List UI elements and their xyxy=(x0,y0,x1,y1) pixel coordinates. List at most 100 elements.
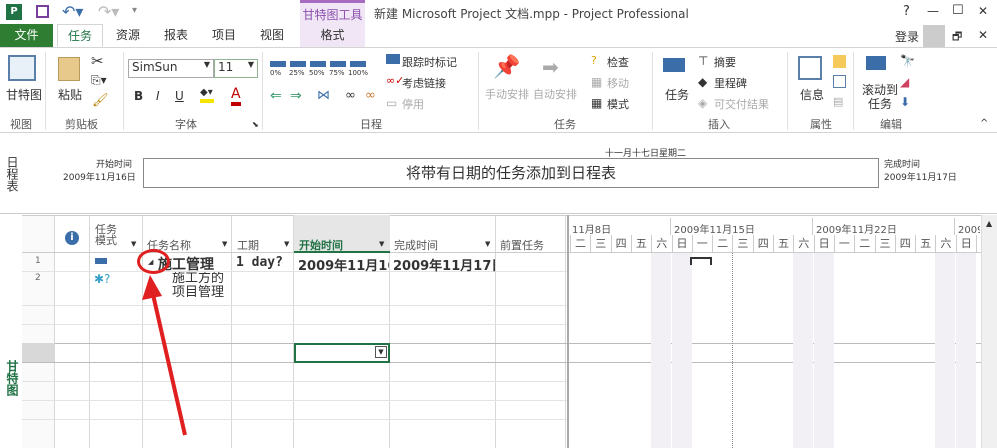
information-button[interactable]: 信息 xyxy=(800,86,824,103)
font-size-select[interactable]: 11 ▼ xyxy=(214,59,258,78)
fill-icon[interactable]: ⬇ xyxy=(900,95,910,109)
pct-50-icon[interactable] xyxy=(310,61,326,67)
copy-icon[interactable]: ⎘▾ xyxy=(91,73,107,88)
tab-task[interactable]: 任务 xyxy=(57,24,103,47)
link-icon[interactable]: ∞ xyxy=(345,88,356,103)
mark-on-track-button[interactable]: 跟踪时标记 xyxy=(402,54,457,70)
maximize-button[interactable]: ☐ xyxy=(952,3,964,18)
auto-schedule-button[interactable]: 自动安排 xyxy=(533,86,577,102)
inspect-button[interactable]: 检查 xyxy=(607,54,629,70)
task-start[interactable]: 2009年11月16日 xyxy=(298,255,389,274)
week-label: 2009年11月15日 xyxy=(674,225,755,236)
col-header-task-mode[interactable]: 任务模式 xyxy=(95,224,121,246)
find-icon[interactable]: 🔭 xyxy=(900,54,915,68)
font-family-select[interactable]: SimSun ▼ xyxy=(128,59,214,78)
tab-report[interactable]: 报表 xyxy=(154,24,198,47)
redo-icon[interactable]: ↷▾ xyxy=(98,2,119,21)
group-properties-label: 属性 xyxy=(810,118,832,131)
day-label: 六 xyxy=(651,235,671,253)
indent-icon[interactable]: ⇒ xyxy=(290,88,302,104)
font-color-button[interactable]: A xyxy=(231,86,241,106)
timeline-end-date: 2009年11月17日 xyxy=(884,173,957,183)
undo-icon[interactable]: ↶▾ xyxy=(62,2,83,21)
col-header-duration[interactable]: 工期 xyxy=(237,237,259,253)
cell-dropdown-icon[interactable]: ▼ xyxy=(375,346,387,358)
close-button[interactable]: ✕ xyxy=(978,4,988,18)
inactivate-icon: ▭ xyxy=(386,96,398,110)
collapse-ribbon-icon[interactable]: ^ xyxy=(980,118,988,129)
tab-view[interactable]: 视图 xyxy=(250,24,294,47)
paste-button[interactable]: 粘贴 xyxy=(58,86,82,103)
selected-row[interactable] xyxy=(22,343,55,362)
font-dialog-launcher-icon[interactable]: ⬊ xyxy=(252,120,259,129)
day-label: 四 xyxy=(610,235,631,253)
tab-project[interactable]: 项目 xyxy=(202,24,246,47)
title-bar: P ↶▾ ↷▾ ▾ 新建 Microsoft Project 文档.mpp - … xyxy=(0,0,997,24)
cut-icon[interactable]: ✂ xyxy=(91,52,104,70)
clear-icon[interactable]: ◢ xyxy=(900,75,909,89)
tab-resource[interactable]: 资源 xyxy=(106,24,150,47)
pct-50-label: 50% xyxy=(309,69,325,77)
summary-button[interactable]: 摘要 xyxy=(714,54,736,70)
day-label: 日 xyxy=(671,235,692,253)
task-finish[interactable]: 2009年11月17日 xyxy=(393,255,495,274)
help-button[interactable]: ? xyxy=(903,4,910,19)
close-doc-button[interactable]: ✕ xyxy=(978,28,988,42)
task-duration[interactable]: 1 day? xyxy=(236,255,292,270)
tab-file[interactable]: 文件 xyxy=(0,24,53,47)
outdent-icon[interactable]: ⇐ xyxy=(270,88,282,104)
inactivate-button[interactable]: 停用 xyxy=(402,96,424,112)
scroll-to-task-button[interactable]: 滚动到 任务 xyxy=(862,83,898,111)
notes-icon[interactable] xyxy=(833,55,846,68)
minimize-button[interactable]: — xyxy=(927,4,939,18)
week-label: 11月8日 xyxy=(572,225,612,236)
add-to-timeline-icon[interactable]: ▤ xyxy=(833,95,843,108)
day-label: 三 xyxy=(732,235,752,253)
respect-links-button[interactable]: 考虑链接 xyxy=(402,75,446,91)
vertical-scrollbar[interactable]: ▲ xyxy=(981,215,997,448)
auto-scheduled-icon xyxy=(95,258,107,264)
milestone-icon: ◆ xyxy=(698,75,708,89)
signin-link[interactable]: 登录 xyxy=(895,28,919,45)
move-button[interactable]: 移动 xyxy=(607,75,629,91)
day-label: 三 xyxy=(874,235,895,253)
deliverable-button[interactable]: 可交付结果 xyxy=(714,96,769,112)
split-task-icon[interactable]: ⋈ xyxy=(317,88,330,103)
save-icon[interactable] xyxy=(36,5,49,18)
pct-100-icon[interactable] xyxy=(350,61,366,67)
deliverable-icon: ◈ xyxy=(698,96,708,110)
pct-0-icon[interactable] xyxy=(270,61,286,67)
col-header-predecessors[interactable]: 前置任务 xyxy=(500,237,544,253)
move-icon: ▦ xyxy=(591,75,603,89)
pct-25-icon[interactable] xyxy=(290,61,306,67)
unlink-icon[interactable]: ∞ xyxy=(365,88,376,103)
pct-75-icon[interactable] xyxy=(330,61,346,67)
scroll-label-2: 任务 xyxy=(868,97,893,111)
bold-button[interactable]: B xyxy=(134,89,143,103)
customize-qat-icon[interactable]: ▾ xyxy=(132,5,137,16)
underline-button[interactable]: U xyxy=(175,89,184,103)
gantt-view-button[interactable]: 甘特图 xyxy=(6,86,42,103)
col-header-finish[interactable]: 完成时间 xyxy=(394,237,438,253)
timeline-bar[interactable]: 将带有日期的任务添加到日程表 xyxy=(143,158,879,188)
details-icon[interactable] xyxy=(833,75,846,88)
today-line xyxy=(732,253,733,448)
col-header-start[interactable]: 开始时间 xyxy=(299,237,343,253)
task-bar[interactable] xyxy=(690,257,712,265)
auto-schedule-icon: ➡ xyxy=(542,55,559,79)
window-title: 新建 Microsoft Project 文档.mpp - Project Pr… xyxy=(374,7,689,21)
manually-schedule-button[interactable]: 手动安排 xyxy=(485,86,529,102)
restore-ribbon-button[interactable]: 🗗 xyxy=(952,28,962,47)
milestone-button[interactable]: 里程碑 xyxy=(714,75,747,91)
tab-format[interactable]: 格式 xyxy=(300,24,365,47)
highlight-color-icon[interactable]: ◆▾ xyxy=(200,87,214,103)
weekend-shading xyxy=(793,253,814,448)
mode-button[interactable]: 模式 xyxy=(607,96,629,112)
italic-button[interactable]: I xyxy=(156,89,160,103)
day-label: 日 xyxy=(955,235,976,253)
format-painter-icon[interactable]: 🖌 xyxy=(92,93,109,108)
inspect-icon: ? xyxy=(591,54,597,67)
insert-task-button[interactable]: 任务 xyxy=(665,86,689,103)
avatar[interactable] xyxy=(923,25,945,47)
scroll-to-task-icon xyxy=(866,56,886,70)
